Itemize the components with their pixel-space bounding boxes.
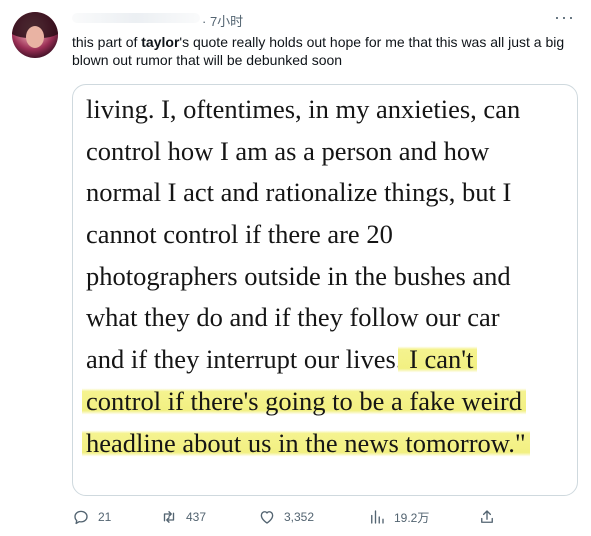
quote-line: cannot control if there are 20	[86, 214, 576, 256]
quote-line: control if there's going to be a fake we…	[82, 381, 576, 423]
views-count: 19.2万	[394, 510, 430, 525]
tweet-text: this part of taylor's quote really holds…	[72, 33, 572, 69]
reply-icon	[74, 510, 88, 525]
quote-line-text: and if they interrupt our lives.	[86, 344, 403, 375]
quote-highlight: headline about us in the news tomorrow."	[82, 427, 530, 458]
quote-line: photographers outside in the bushes and	[86, 256, 576, 298]
quote-line-text: what they do and if they follow our car	[86, 302, 500, 333]
quote-line-text: photographers outside in the bushes and	[86, 260, 511, 291]
more-options-icon[interactable]: ···	[554, 8, 575, 26]
timestamp[interactable]: · 7小时	[202, 11, 243, 30]
retweet-count: 437	[186, 510, 207, 524]
avatar[interactable]	[12, 12, 58, 58]
quote-line: and if they interrupt our lives. I can't	[86, 339, 576, 381]
like-count: 3,352	[284, 510, 315, 524]
quote-line: control how I am as a person and how	[86, 131, 576, 173]
quote-line: living. I, oftentimes, in my anxieties, …	[86, 89, 576, 131]
quote-line-text: normal I act and rationalize things, but…	[86, 177, 512, 208]
quote-line-text: control how I am as a person and how	[86, 135, 490, 166]
quote-line-text: living. I, oftentimes, in my anxieties, …	[86, 94, 521, 124]
views-button[interactable]: 19.2万	[368, 506, 429, 528]
quote-line-text: cannot control if there are 20	[86, 219, 393, 250]
quote-line: normal I act and rationalize things, but…	[86, 172, 576, 214]
reply-button[interactable]: 21	[72, 506, 111, 528]
like-button[interactable]: 3,352	[258, 506, 314, 528]
quote-image[interactable]: living. I, oftentimes, in my anxieties, …	[72, 84, 578, 496]
heart-icon	[260, 511, 274, 524]
quote-text: living. I, oftentimes, in my anxieties, …	[82, 89, 576, 465]
quote-highlight: control if there's going to be a fake we…	[82, 385, 526, 416]
quote-highlight: I can't	[398, 344, 478, 375]
tweet-text-before: this part of	[72, 34, 142, 50]
action-bar: 21 437 3,352 19.2万	[72, 506, 542, 528]
share-button[interactable]	[478, 506, 504, 528]
avatar-face	[26, 26, 44, 48]
quote-line: headline about us in the news tomorrow."	[82, 423, 576, 465]
share-icon	[481, 510, 493, 523]
quote-line: what they do and if they follow our car	[86, 297, 576, 339]
username-redacted[interactable]	[72, 13, 200, 23]
retweet-button[interactable]: 437	[160, 506, 206, 528]
reply-count: 21	[98, 510, 112, 524]
tweet-text-bold: taylor	[141, 34, 180, 50]
tweet-header: · 7小时 ···	[72, 8, 577, 30]
views-chart-icon	[371, 510, 384, 524]
retweet-icon	[163, 511, 175, 523]
